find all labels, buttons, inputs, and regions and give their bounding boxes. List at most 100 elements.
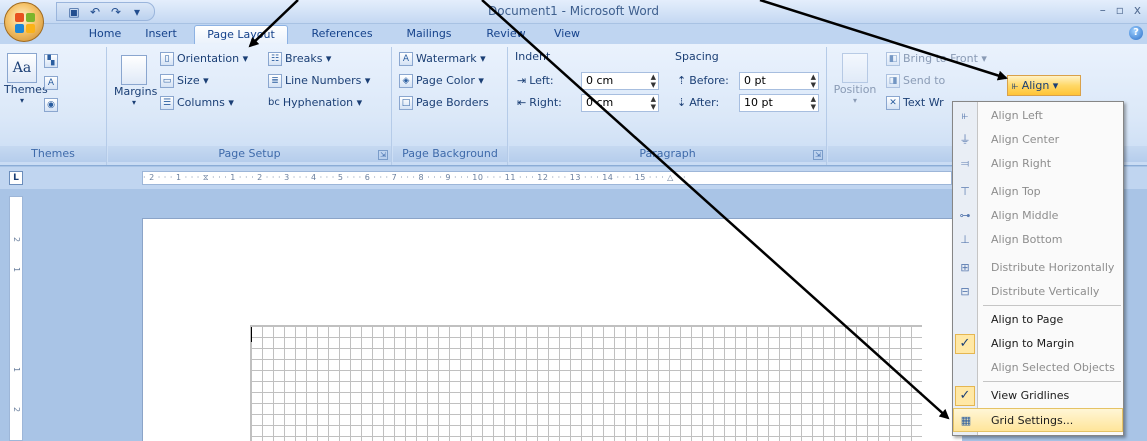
spacing-before-input[interactable]: 0 pt ▲ ▼ <box>739 72 819 90</box>
theme-effects-button[interactable]: ◉ <box>44 95 58 115</box>
page-color-icon: ◈ <box>399 74 413 88</box>
line-numbers-button[interactable]: ≣ Line Numbers ▾ <box>268 71 370 91</box>
drawing-gridlines <box>250 325 922 441</box>
position-icon <box>842 53 868 83</box>
orientation-label: Orientation ▾ <box>177 52 249 65</box>
text-wrapping-icon: ✕ <box>886 96 900 110</box>
horizontal-ruler[interactable]: · 2 · · · 1 · · · ⧖ · · · 1 · · · 2 · · … <box>142 171 952 185</box>
tab-view[interactable]: View <box>542 25 592 44</box>
vertical-ruler[interactable]: 2 1 1 2 <box>9 196 23 441</box>
indent-right-input[interactable]: 0 cm ▲ ▼ <box>581 94 659 112</box>
breaks-button[interactable]: ☷ Breaks ▾ <box>268 49 331 69</box>
help-icon[interactable]: ? <box>1129 26 1143 40</box>
menu-item-align-bottom[interactable]: ⊥ Align Bottom <box>953 228 1123 252</box>
page-setup-group-label: Page Setup <box>108 146 391 162</box>
indent-right-icon: ⇤ <box>517 96 527 109</box>
line-numbers-label: Line Numbers ▾ <box>285 74 371 87</box>
maximize-icon[interactable]: ▫ <box>1116 3 1124 17</box>
position-button[interactable]: Position ▾ <box>832 53 878 105</box>
breaks-icon: ☷ <box>268 52 282 66</box>
align-top-icon: ⊤ <box>960 185 970 198</box>
tab-home[interactable]: Home <box>80 25 130 44</box>
menu-item-align-middle[interactable]: ⊶ Align Middle <box>953 204 1123 228</box>
grid-icon: ▦ <box>960 414 972 427</box>
send-to-back-button[interactable]: ◨ Send to <box>886 71 945 91</box>
align-middle-icon: ⊶ <box>959 209 971 222</box>
menu-item-align-top[interactable]: ⊤ Align Top <box>953 180 1123 204</box>
page-borders-button[interactable]: □ Page Borders <box>399 93 489 113</box>
close-icon[interactable]: x <box>1134 3 1141 17</box>
tab-review[interactable]: Review <box>476 25 536 44</box>
checkmark-icon: ✓ <box>955 386 975 406</box>
page-setup-group: Margins ▾ ▯ Orientation ▾ ▭ Size ▾ ☰ Column… <box>108 47 392 165</box>
theme-colors-icon: ▚ <box>44 54 58 68</box>
ruler-marks: · 2 · · · 1 · · · ⧖ · · · 1 · · · 2 · · … <box>143 173 687 182</box>
page-color-button[interactable]: ◈ Page Color ▾ <box>399 71 484 91</box>
menu-item-align-center[interactable]: ⏚ Align Center <box>953 128 1123 152</box>
text-wrapping-button[interactable]: ✕ Text Wr <box>886 93 944 113</box>
menu-item-distribute-horizontally[interactable]: ⊞ Distribute Horizontally <box>953 256 1123 280</box>
watermark-icon: A <box>399 52 413 66</box>
bring-to-front-button[interactable]: ◧ Bring to Front ▾ <box>886 49 987 69</box>
margins-icon <box>121 55 147 85</box>
hyphenation-icon: bc <box>268 97 280 108</box>
paragraph-launcher-icon[interactable]: ⇲ <box>813 150 823 160</box>
theme-fonts-button[interactable]: A <box>44 73 58 93</box>
window-controls: – ▫ x <box>1100 3 1141 17</box>
columns-label: Columns ▾ <box>177 96 234 109</box>
columns-icon: ☰ <box>160 96 174 110</box>
tab-mailings[interactable]: Mailings <box>392 25 466 44</box>
send-to-back-icon: ◨ <box>886 74 900 88</box>
indent-left-icon: ⇥ <box>517 74 527 87</box>
page-borders-icon: □ <box>399 96 413 110</box>
indent-left-input[interactable]: 0 cm ▲ ▼ <box>581 72 659 90</box>
page-background-group: A Watermark ▾ ◈ Page Color ▾ □ Page Borders… <box>393 47 508 165</box>
menu-item-align-to-page[interactable]: Align to Page <box>953 308 1123 332</box>
page-background-group-label: Page Background <box>393 146 507 162</box>
hyphenation-button[interactable]: bc Hyphenation ▾ <box>268 93 362 113</box>
theme-effects-icon: ◉ <box>44 98 58 112</box>
hyphenation-label: Hyphenation ▾ <box>282 96 363 109</box>
size-label: Size ▾ <box>177 74 209 87</box>
page-setup-launcher-icon[interactable]: ⇲ <box>378 150 388 160</box>
align-button[interactable]: ⫦ Align ▾ <box>1007 75 1081 96</box>
vruler-mark: 1 <box>12 367 21 373</box>
position-dropdown-icon: ▾ <box>852 96 857 105</box>
size-button[interactable]: ▭ Size ▾ <box>160 71 209 91</box>
minimize-icon[interactable]: – <box>1100 3 1106 17</box>
align-right-icon: ⫤ <box>960 157 970 170</box>
spacing-after-input[interactable]: 10 pt ▲ ▼ <box>739 94 819 112</box>
menu-item-align-right[interactable]: ⫤ Align Right <box>953 152 1123 176</box>
spacing-before-spinner-icon[interactable]: ▲ ▼ <box>811 73 816 89</box>
indent-left-spinner-icon[interactable]: ▲ ▼ <box>651 73 656 89</box>
page-borders-label: Page Borders <box>416 96 489 109</box>
tab-insert[interactable]: Insert <box>136 25 186 44</box>
spacing-after-spinner-icon[interactable]: ▲ ▼ <box>811 95 816 111</box>
indent-left-label: ⇥ Left: <box>517 71 554 91</box>
themes-button[interactable]: Aa Themes ▾ <box>4 53 48 105</box>
menu-item-distribute-vertically[interactable]: ⊟ Distribute Vertically <box>953 280 1123 304</box>
vruler-mark: 1 <box>12 267 21 273</box>
menu-item-align-left[interactable]: ⫦ Align Left <box>953 104 1123 128</box>
paragraph-group: Indent ⇥ Left: 0 cm ▲ ▼ ⇤ Right: 0 cm ▲ ▼ Spac… <box>509 47 827 165</box>
watermark-button[interactable]: A Watermark ▾ <box>399 49 486 69</box>
checkmark-icon: ✓ <box>955 334 975 354</box>
menu-item-align-to-margin[interactable]: ✓ Align to Margin <box>953 332 1123 356</box>
indent-right-spinner-icon[interactable]: ▲ ▼ <box>651 95 656 111</box>
orientation-button[interactable]: ▯ Orientation ▾ <box>160 49 248 69</box>
margins-button[interactable]: Margins ▾ <box>114 55 158 107</box>
tab-selector-icon[interactable]: L <box>9 171 23 185</box>
margins-label: Margins <box>114 85 158 98</box>
theme-colors-button[interactable]: ▚ <box>44 51 58 71</box>
menu-item-grid-settings[interactable]: ▦ Grid Settings... <box>953 408 1123 432</box>
distribute-vertically-icon: ⊟ <box>960 285 970 298</box>
vruler-mark: 2 <box>12 237 21 243</box>
tab-page-layout[interactable]: Page Layout <box>194 25 288 44</box>
menu-item-view-gridlines[interactable]: ✓ View Gridlines <box>953 384 1123 408</box>
margins-dropdown-icon: ▾ <box>131 98 136 107</box>
columns-button[interactable]: ☰ Columns ▾ <box>160 93 234 113</box>
office-button[interactable] <box>4 2 44 42</box>
paragraph-group-label: Paragraph <box>509 146 826 162</box>
menu-item-align-selected-objects[interactable]: Align Selected Objects <box>953 356 1123 380</box>
tab-references[interactable]: References <box>302 25 382 44</box>
